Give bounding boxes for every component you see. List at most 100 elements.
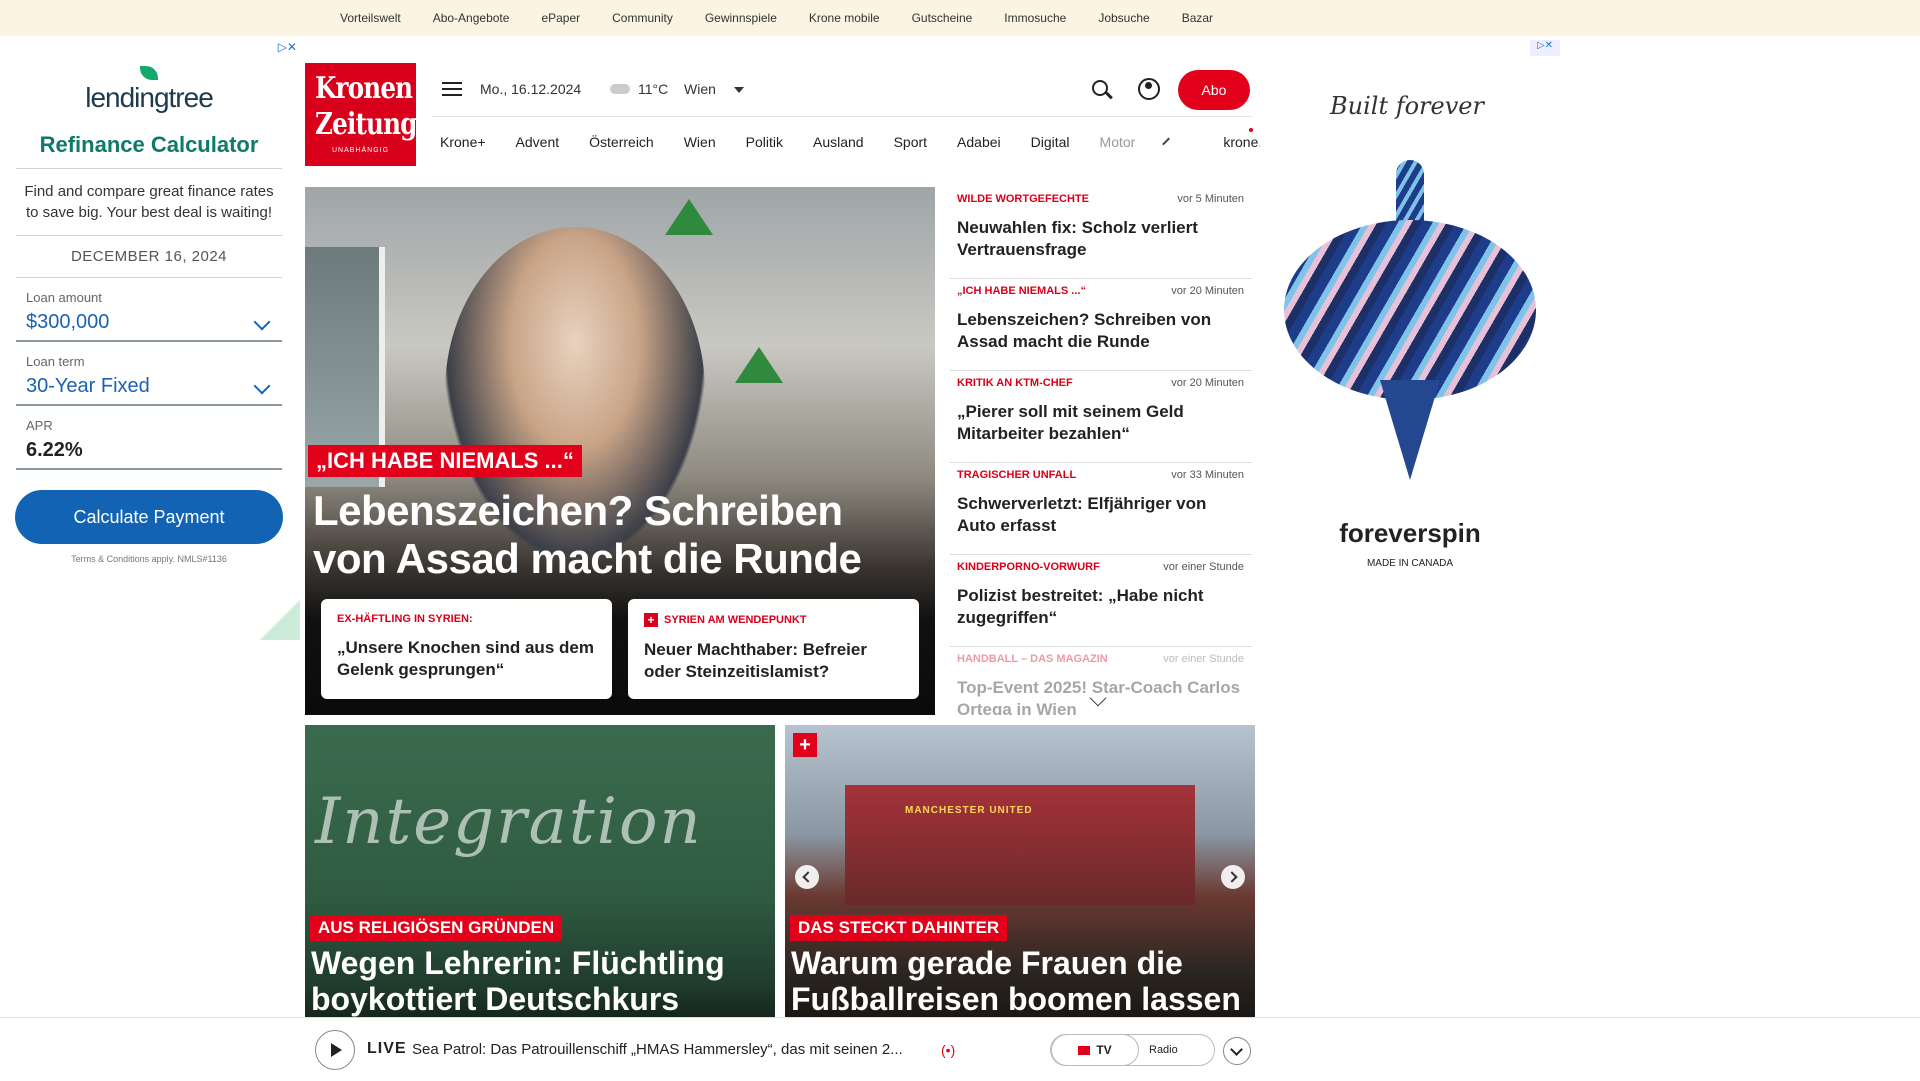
menu-icon[interactable] xyxy=(442,82,462,100)
hero-subarticle-2[interactable]: + SYRIEN AM WENDEPUNKT Neuer Machthaber:… xyxy=(628,599,919,699)
ticker-title: Neuwahlen fix: Scholz verliert Vertrauen… xyxy=(957,218,1198,259)
temperature: 11°C xyxy=(638,81,669,97)
ticker-item[interactable]: KRITIK AN KTM-CHEF vor 20 Minuten „Piere… xyxy=(950,371,1252,463)
article-card[interactable]: Integration AUS RELIGIÖSEN GRÜNDEN Wegen… xyxy=(305,725,775,1035)
loan-amount-label: Loan amount xyxy=(26,290,102,305)
nav-item-motor[interactable]: Motor xyxy=(1100,134,1136,150)
city-select[interactable]: Wien xyxy=(684,81,716,97)
ticker-time: vor 20 Minuten xyxy=(1171,285,1244,297)
caret-down-icon[interactable] xyxy=(734,87,744,93)
cloud-icon xyxy=(610,84,630,94)
subarticle-title: „Unsere Knochen sind aus dem Gelenk gesp… xyxy=(337,638,594,679)
link-abo-angebote[interactable]: Abo-Angebote xyxy=(433,11,510,25)
search-icon[interactable] xyxy=(1092,80,1108,96)
link-immosuche[interactable]: Immosuche xyxy=(1004,11,1066,25)
adchoices-icon[interactable]: ▷✕ xyxy=(1530,40,1560,56)
ticker-time: vor einer Stunde xyxy=(1163,653,1244,665)
ticker-item[interactable]: WILDE WORTGEFECHTE vor 5 Minuten Neuwahl… xyxy=(950,187,1252,279)
stadium-sign: MANCHESTER UNITED xyxy=(905,805,1033,816)
krone-plus-icon: + xyxy=(644,613,658,627)
ad-brand: foreverspin xyxy=(1339,518,1481,548)
card-title[interactable]: Wegen Lehrerin: Flüchtling boykottiert D… xyxy=(311,945,771,1017)
ticker-item[interactable]: KINDERPORNO-VORWURF vor einer Stunde Pol… xyxy=(950,555,1252,647)
ad-terms[interactable]: Terms & Conditions apply. NMLS#1136 xyxy=(16,554,282,564)
live-program-text[interactable]: Sea Patrol: Das Patrouillenschiff „HMAS … xyxy=(412,1041,903,1058)
card-kicker: AUS RELIGIÖSEN GRÜNDEN xyxy=(310,915,563,941)
abo-button[interactable]: Abo xyxy=(1178,70,1250,110)
user-account-icon[interactable] xyxy=(1138,78,1160,100)
lendingtree-logo: lendingtree xyxy=(16,66,282,114)
hero-title[interactable]: Lebenszeichen? Schreiben von Assad macht… xyxy=(313,487,913,583)
utility-links: Vorteilswelt Abo-Angebote ePaper Communi… xyxy=(340,0,1245,36)
tv-radio-toggle[interactable]: TV Radio xyxy=(1050,1034,1215,1066)
top-utility-bar: Vorteilswelt Abo-Angebote ePaper Communi… xyxy=(0,0,1920,36)
weather: 11°C xyxy=(610,81,668,97)
tv-option[interactable]: TV xyxy=(1051,1034,1139,1066)
chevron-right-icon[interactable] xyxy=(1162,137,1171,146)
ad-left[interactable]: ▷✕ lendingtree Refinance Calculator Find… xyxy=(0,40,300,640)
hero-article[interactable]: „ICH HABE NIEMALS ...“ Lebenszeichen? Sc… xyxy=(305,187,935,715)
radio-option[interactable]: Radio xyxy=(1149,1044,1178,1056)
nav-item-sport[interactable]: Sport xyxy=(894,134,927,150)
card-title[interactable]: Warum gerade Frauen die Fußballreisen bo… xyxy=(791,945,1251,1017)
main-nav: Krone+ Advent Österreich Wien Politik Au… xyxy=(432,116,1273,166)
broadcast-icon: (•) xyxy=(941,1042,956,1058)
loan-amount-value: $300,000 xyxy=(26,311,110,333)
adchoices-icon[interactable]: ▷✕ xyxy=(278,40,297,54)
subarticle-title: Neuer Machthaber: Befreier oder Steinzei… xyxy=(644,640,867,681)
article-card[interactable]: MANCHESTER UNITED + DAS STECKT DAHINTER … xyxy=(785,725,1255,1035)
crown-icon xyxy=(1078,1045,1091,1055)
link-epaper[interactable]: ePaper xyxy=(541,11,580,25)
nav-item-adabei[interactable]: Adabei xyxy=(957,134,1001,150)
link-gutscheine[interactable]: Gutscheine xyxy=(912,11,973,25)
header-row: Mo., 16.12.2024 11°C Wien Abo xyxy=(432,68,1252,110)
ticker-title: „Pierer soll mit seinem Geld Mitarbeiter… xyxy=(957,402,1184,443)
nav-item-krone-plus[interactable]: Krone+ xyxy=(440,134,486,150)
ad-date: DECEMBER 16, 2024 xyxy=(16,236,282,278)
ticker-time: vor 20 Minuten xyxy=(1171,377,1244,389)
nav-item-advent[interactable]: Advent xyxy=(516,134,560,150)
notification-dot xyxy=(1249,128,1253,132)
loan-amount-select[interactable]: Loan amount $300,000 xyxy=(16,278,282,342)
nav-item-ausland[interactable]: Ausland xyxy=(813,134,864,150)
loan-term-label: Loan term xyxy=(26,354,85,369)
ad-calculator: lendingtree Refinance Calculator Find an… xyxy=(15,60,283,564)
ticker-item[interactable]: „ICH HABE NIEMALS ...“ vor 20 Minuten Le… xyxy=(950,279,1252,371)
link-bazar[interactable]: Bazar xyxy=(1182,11,1213,25)
ad-script-text: Built forever xyxy=(1330,92,1484,120)
ticker-title: Polizist bestreitet: „Habe nicht zugegri… xyxy=(957,586,1204,627)
leaf-icon xyxy=(140,66,158,80)
loan-term-select[interactable]: Loan term 30-Year Fixed xyxy=(16,342,282,406)
spinning-top-image xyxy=(1284,160,1536,480)
apr-field[interactable]: APR 6.22% xyxy=(16,406,282,470)
ticker-item[interactable]: HANDBALL – DAS MAGAZIN vor einer Stunde … xyxy=(950,647,1252,715)
nav-item-oesterreich[interactable]: Österreich xyxy=(589,134,654,150)
hero-subarticle-1[interactable]: EX-HÄFTLING IN SYRIEN: „Unsere Knochen s… xyxy=(321,599,612,699)
link-krone-mobile[interactable]: Krone mobile xyxy=(809,11,880,25)
flag-star xyxy=(735,347,783,383)
calculate-payment-button[interactable]: Calculate Payment xyxy=(15,490,283,544)
hero-kicker: „ICH HABE NIEMALS ...“ xyxy=(308,445,582,477)
apr-label: APR xyxy=(26,418,53,433)
ticker-item[interactable]: TRAGISCHER UNFALL vor 33 Minuten Schwerv… xyxy=(950,463,1252,555)
nav-item-politik[interactable]: Politik xyxy=(746,134,783,150)
nav-item-digital[interactable]: Digital xyxy=(1031,134,1070,150)
link-gewinnspiele[interactable]: Gewinnspiele xyxy=(705,11,777,25)
nav-item-wien[interactable]: Wien xyxy=(684,134,716,150)
ticker-title: Schwerverletzt: Elfjähriger von Auto erf… xyxy=(957,494,1207,535)
live-label: LIVE xyxy=(367,1040,407,1057)
news-ticker: WILDE WORTGEFECHTE vor 5 Minuten Neuwahl… xyxy=(950,187,1252,715)
link-vorteilswelt[interactable]: Vorteilswelt xyxy=(340,11,401,25)
subarticle-kicker: + SYRIEN AM WENDEPUNKT xyxy=(644,613,903,627)
carousel-next-icon[interactable] xyxy=(1221,865,1245,889)
krone-logo[interactable]: Kronen Zeitung UNABHÄNGIG xyxy=(305,63,417,166)
live-player-bar: LIVE Sea Patrol: Das Patrouillenschiff „… xyxy=(0,1017,1920,1080)
expand-icon[interactable] xyxy=(1223,1037,1251,1065)
link-community[interactable]: Community xyxy=(612,11,673,25)
subarticle-kicker: EX-HÄFTLING IN SYRIEN: xyxy=(337,613,473,625)
play-icon[interactable] xyxy=(315,1030,355,1070)
ad-description: Find and compare great finance rates to … xyxy=(16,169,282,236)
link-jobsuche[interactable]: Jobsuche xyxy=(1098,11,1149,25)
ad-right[interactable]: ▷✕ Built forever foreverspin MADE IN CAN… xyxy=(1260,40,1560,640)
carousel-prev-icon[interactable] xyxy=(795,865,819,889)
